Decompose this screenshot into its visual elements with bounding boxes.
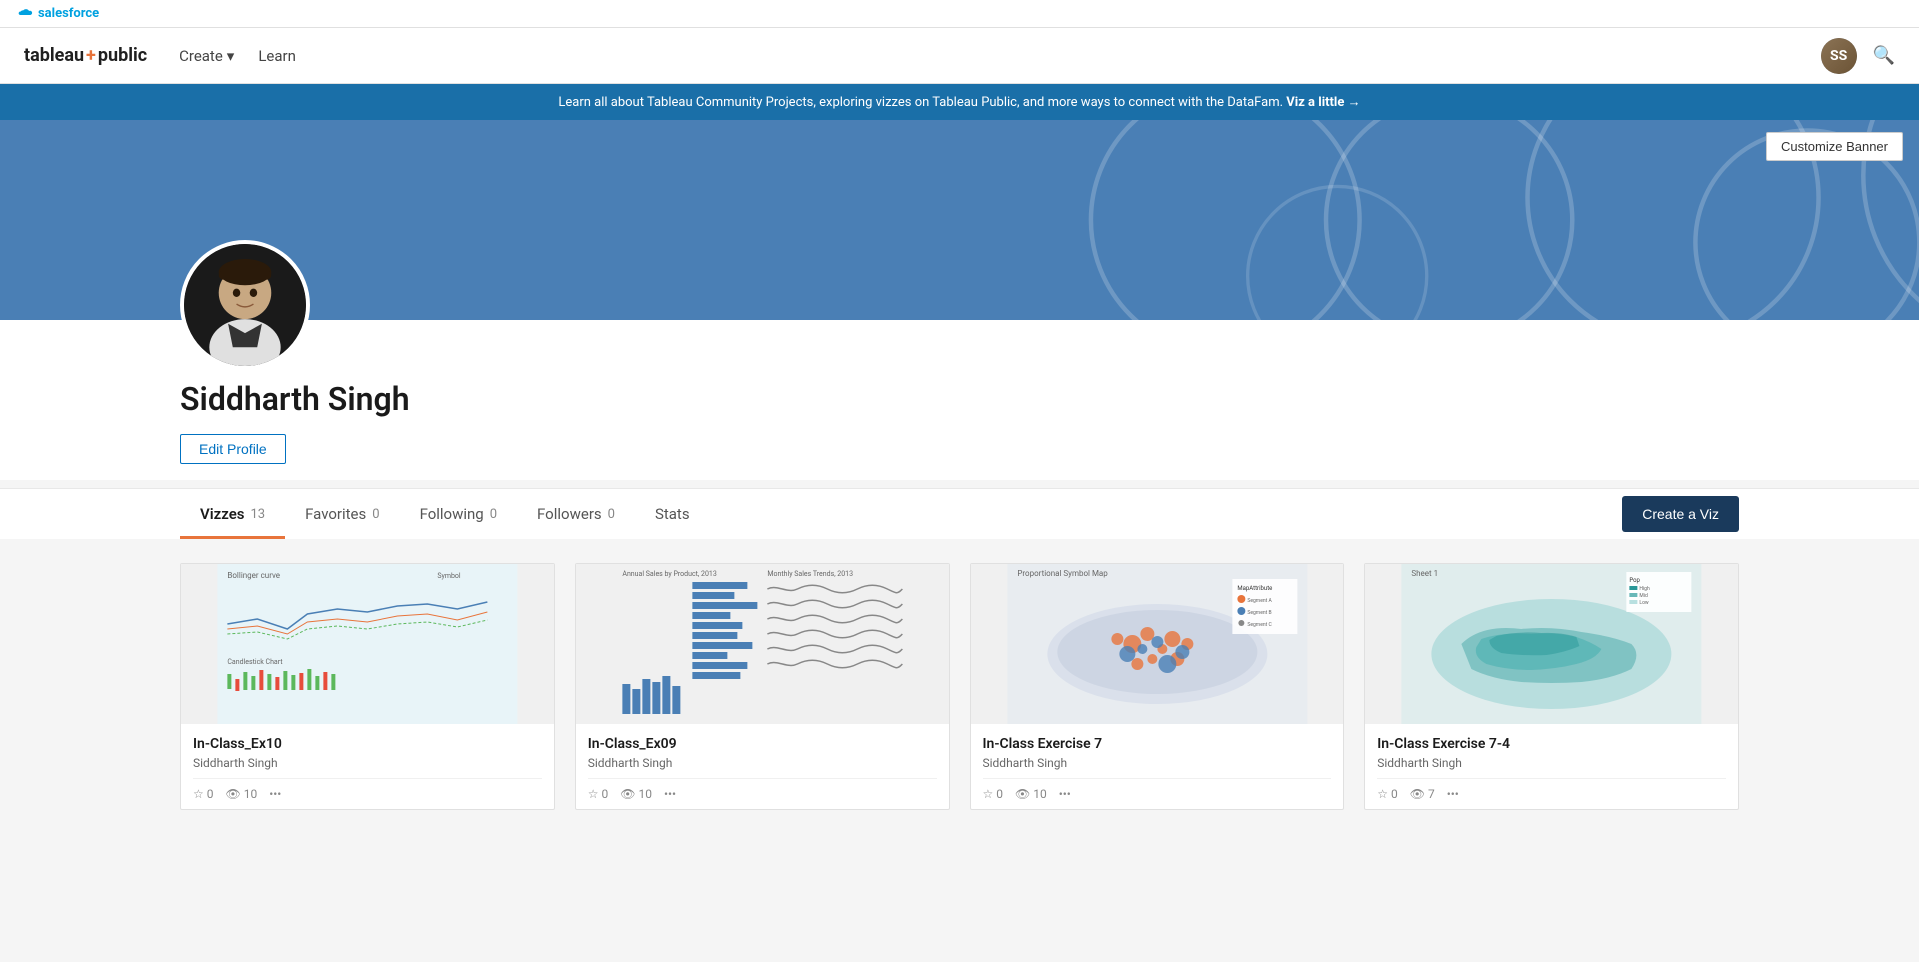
viz-likes: ☆ 0: [193, 787, 213, 801]
tabs-container: Vizzes 13 Favorites 0 Following 0 Follow…: [180, 489, 710, 539]
svg-text:Low: Low: [1640, 600, 1650, 606]
viz-likes: ☆ 0: [588, 787, 608, 801]
nav-left: tableau+public Create ▾ Learn: [24, 45, 296, 66]
viz-views: 👁 10: [225, 787, 257, 801]
salesforce-logo: salesforce: [16, 6, 99, 21]
create-nav-link[interactable]: Create ▾: [179, 47, 234, 65]
viz-thumbnail: Proportional Symbol Map: [971, 564, 1344, 724]
viz-stats: ☆ 0 👁 10 •••: [588, 778, 937, 801]
svg-text:Bollinger curve: Bollinger curve: [227, 571, 280, 580]
viz-info: In-Class Exercise 7-4 Siddharth Singh ☆ …: [1365, 724, 1738, 809]
avatar-image: SS: [1821, 38, 1857, 74]
viz-likes: ☆ 0: [983, 787, 1003, 801]
chart-preview: Annual Sales by Product, 2013 Monthly Sa…: [576, 564, 949, 724]
viz-title: In-Class_Ex10: [193, 736, 542, 752]
svg-text:Segment A: Segment A: [1247, 598, 1272, 604]
viz-more: •••: [269, 787, 281, 801]
viz-author: Siddharth Singh: [983, 756, 1332, 770]
profile-name: Siddharth Singh: [180, 380, 1919, 418]
salesforce-cloud-icon: [16, 8, 34, 20]
edit-profile-button[interactable]: Edit Profile: [180, 434, 286, 464]
avatar-illustration: [184, 240, 306, 370]
viz-title: In-Class Exercise 7: [983, 736, 1332, 752]
viz-info: In-Class_Ex09 Siddharth Singh ☆ 0 👁 10 •…: [576, 724, 949, 809]
learn-nav-link[interactable]: Learn: [258, 47, 296, 65]
viz-card[interactable]: Annual Sales by Product, 2013 Monthly Sa…: [575, 563, 950, 810]
salesforce-bar: salesforce: [0, 0, 1919, 28]
chart-preview: Sheet 1 Pop High Mid Low: [1365, 564, 1738, 724]
svg-text:Annual Sales by Product, 2013: Annual Sales by Product, 2013: [622, 570, 716, 578]
viz-info: In-Class_Ex10 Siddharth Singh ☆ 0 👁 10 •…: [181, 724, 554, 809]
viz-link[interactable]: Viz a little →: [1286, 95, 1360, 110]
create-viz-button[interactable]: Create a Viz: [1622, 496, 1739, 532]
svg-text:Proportional Symbol Map: Proportional Symbol Map: [1017, 569, 1108, 578]
chevron-down-icon: ▾: [227, 47, 235, 65]
viz-card[interactable]: Proportional Symbol Map: [970, 563, 1345, 810]
svg-text:Segment B: Segment B: [1247, 610, 1271, 616]
profile-section: Siddharth Singh Edit Profile: [0, 320, 1919, 480]
nav-links: Create ▾ Learn: [179, 47, 296, 65]
tab-favorites[interactable]: Favorites 0: [285, 489, 399, 539]
viz-likes: ☆ 0: [1377, 787, 1397, 801]
svg-text:MapAttribute: MapAttribute: [1237, 585, 1272, 592]
tabs-section: Vizzes 13 Favorites 0 Following 0 Follow…: [0, 488, 1919, 539]
viz-info: In-Class Exercise 7 Siddharth Singh ☆ 0 …: [971, 724, 1344, 809]
viz-grid: Bollinger curve Symbol Candlestick Chart: [180, 563, 1739, 810]
chart-preview: Proportional Symbol Map: [971, 564, 1344, 724]
svg-text:Monthly Sales Trends, 2013: Monthly Sales Trends, 2013: [767, 570, 853, 578]
viz-author: Siddharth Singh: [1377, 756, 1726, 770]
tab-vizzes[interactable]: Vizzes 13: [180, 489, 285, 539]
viz-thumbnail: Bollinger curve Symbol Candlestick Chart: [181, 564, 554, 724]
chart-preview: Bollinger curve Symbol Candlestick Chart: [181, 564, 554, 724]
profile-info: Siddharth Singh Edit Profile: [180, 320, 1919, 480]
info-banner: Learn all about Tableau Community Projec…: [0, 84, 1919, 120]
svg-text:High: High: [1640, 586, 1651, 592]
svg-text:Candlestick Chart: Candlestick Chart: [227, 658, 283, 666]
user-avatar[interactable]: SS: [1821, 38, 1857, 74]
viz-thumbnail: Sheet 1 Pop High Mid Low: [1365, 564, 1738, 724]
viz-stats: ☆ 0 👁 10 •••: [983, 778, 1332, 801]
viz-author: Siddharth Singh: [193, 756, 542, 770]
viz-card[interactable]: Sheet 1 Pop High Mid Low: [1364, 563, 1739, 810]
viz-card[interactable]: Bollinger curve Symbol Candlestick Chart: [180, 563, 555, 810]
customize-banner-button[interactable]: Customize Banner: [1766, 132, 1903, 161]
svg-text:Mid: Mid: [1640, 593, 1649, 599]
viz-author: Siddharth Singh: [588, 756, 937, 770]
viz-views: 👁 10: [620, 787, 652, 801]
nav-right: SS 🔍: [1821, 38, 1895, 74]
profile-avatar-wrap: [180, 240, 310, 370]
viz-title: In-Class_Ex09: [588, 736, 937, 752]
profile-avatar: [180, 240, 310, 370]
tableau-logo: tableau+public: [24, 45, 147, 66]
svg-text:Pop: Pop: [1630, 577, 1641, 584]
viz-views: 👁 10: [1015, 787, 1047, 801]
viz-title: In-Class Exercise 7-4: [1377, 736, 1726, 752]
tab-stats[interactable]: Stats: [635, 489, 710, 539]
viz-more: •••: [1059, 787, 1071, 801]
content-section: Bollinger curve Symbol Candlestick Chart: [0, 539, 1919, 834]
search-icon[interactable]: 🔍: [1873, 45, 1895, 66]
viz-thumbnail: Annual Sales by Product, 2013 Monthly Sa…: [576, 564, 949, 724]
viz-stats: ☆ 0 👁 10 •••: [193, 778, 542, 801]
viz-views: 👁 7: [1410, 787, 1435, 801]
viz-more: •••: [1447, 787, 1459, 801]
viz-stats: ☆ 0 👁 7 •••: [1377, 778, 1726, 801]
svg-text:Sheet 1: Sheet 1: [1412, 569, 1439, 578]
banner-decoration: [576, 120, 1919, 320]
svg-text:Symbol: Symbol: [437, 572, 461, 580]
viz-more: •••: [664, 787, 676, 801]
tab-followers[interactable]: Followers 0: [517, 489, 635, 539]
svg-text:Segment C: Segment C: [1247, 622, 1272, 628]
tab-following[interactable]: Following 0: [400, 489, 517, 539]
main-nav: tableau+public Create ▾ Learn SS 🔍: [0, 28, 1919, 84]
